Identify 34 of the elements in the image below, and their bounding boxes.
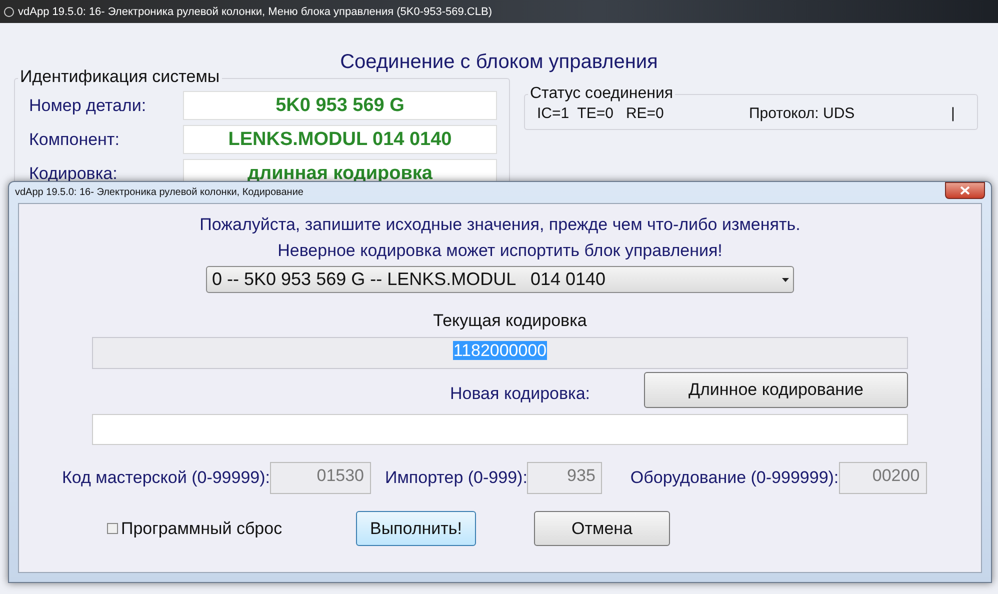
code-field[interactable]: 935 (527, 462, 602, 494)
soft-reset-checkbox[interactable]: Программный сброс (107, 518, 356, 538)
warning-text: Пожалуйста, запишите исходные значения, прежде чем что-либо изменять. (200, 214, 800, 236)
field-label: Кодировка: (29, 164, 118, 184)
group-title: Статус соединения (528, 85, 676, 103)
field-label: Компонент: (29, 130, 120, 150)
close-button[interactable] (945, 182, 985, 199)
value-field: 5K0 953 569 G (183, 91, 497, 120)
new-coding-label: Новая кодировка: (450, 384, 590, 404)
coding-value: 1182000000 (453, 341, 547, 360)
close-icon (960, 186, 970, 195)
window-title: vdApp 19.5.0: 16- Электроника рулевой колонки, Меню блока управления (5K0-953-569.CLB) (18, 6, 492, 18)
dialog-title: vdApp 19.5.0: 16- Электроника рулевой колонки, Кодирование (15, 187, 304, 198)
long-coding-button[interactable]: Длинное кодирование (644, 372, 908, 408)
dialog-button[interactable]: Выполнить! (356, 511, 476, 546)
warning-text: Неверное кодировка может испортить блок управления! (278, 240, 722, 262)
field-label: Номер детали: (29, 96, 148, 116)
status-indicator: | (951, 105, 955, 122)
protocol-label: Протокол: UDS (749, 105, 856, 122)
current-coding-label: Текущая кодировка (433, 311, 587, 331)
code-field[interactable]: 01530 (270, 462, 372, 494)
code-label: Оборудование (0-999999): (630, 468, 839, 488)
heading: Соединение с блоком управления (339, 51, 659, 74)
code-field[interactable]: 00200 (838, 462, 927, 494)
group-title: Идентификация системы (18, 67, 222, 87)
app-icon (4, 6, 14, 16)
dialog-button[interactable]: Отмена (534, 511, 670, 546)
dropdown-arrow-icon (782, 278, 789, 282)
status-values: IC=1 TE=0 RE=0 (537, 105, 665, 122)
code-label: Импортер (0-999): (385, 468, 528, 488)
value-field: LENKS.MODUL 014 0140 (183, 125, 497, 154)
code-label: Код мастерской (0-99999): (62, 468, 270, 488)
module-dropdown[interactable]: 0 -- 5K0 953 569 G -- LENKS.MODUL 014 0140 (206, 266, 794, 293)
new-coding-field[interactable] (92, 414, 908, 445)
